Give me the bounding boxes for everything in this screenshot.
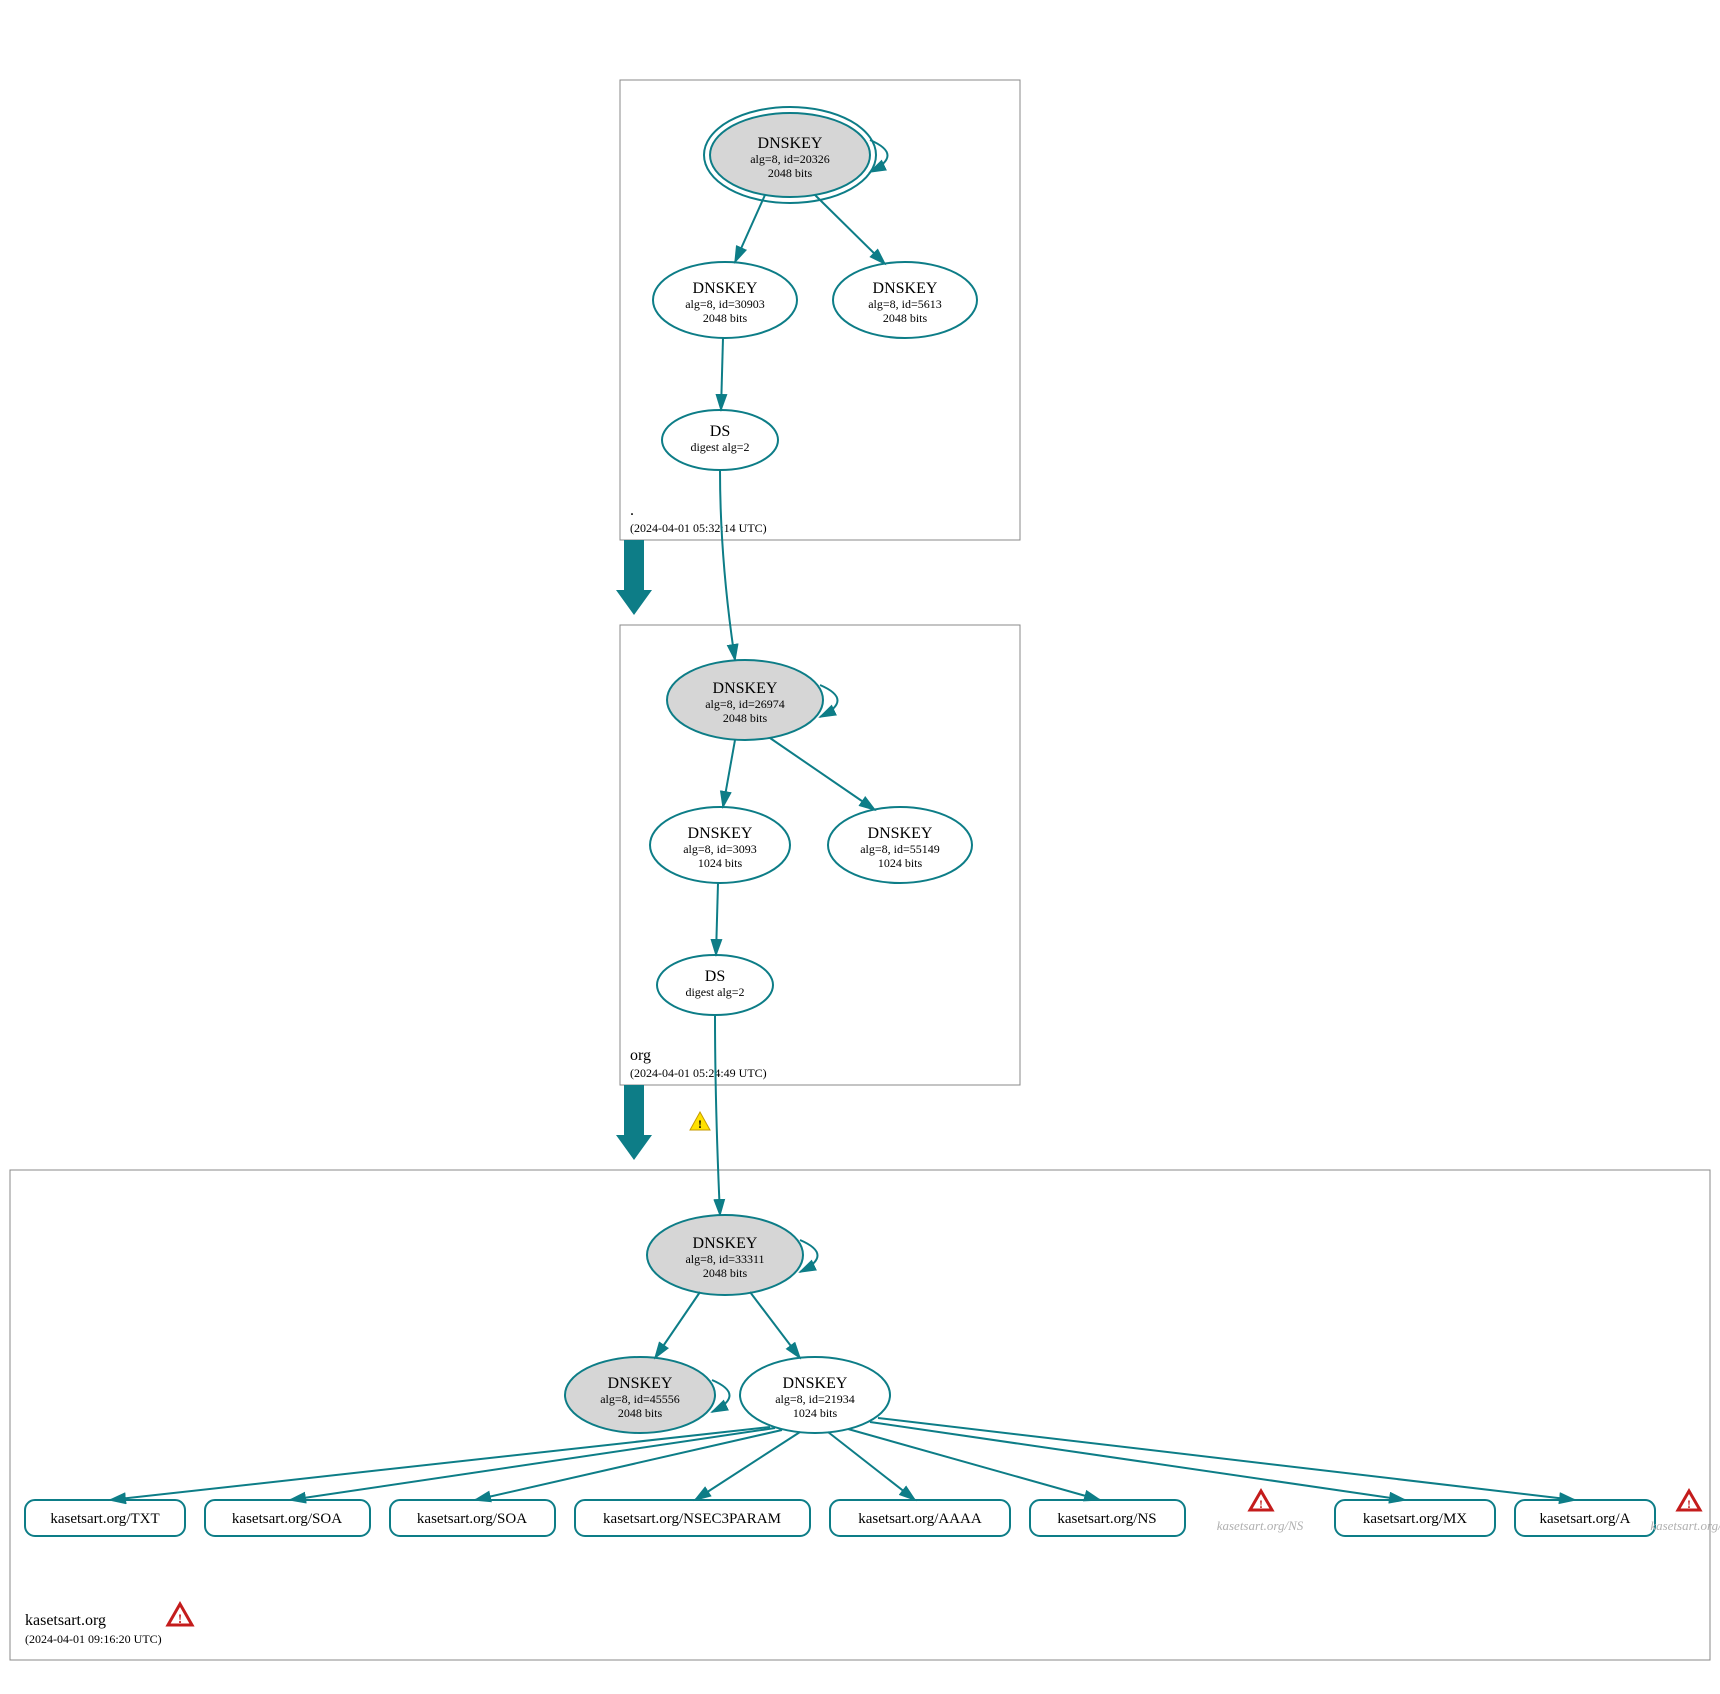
edge [655, 1292, 700, 1358]
svg-text:alg=8, id=21934: alg=8, id=21934 [775, 1392, 855, 1406]
svg-text:DNSKEY: DNSKEY [693, 280, 758, 297]
svg-text:2048 bits: 2048 bits [723, 711, 768, 725]
svg-text:!: ! [1687, 1497, 1691, 1511]
svg-text:DNSKEY: DNSKEY [873, 280, 938, 297]
svg-text:alg=8, id=20326: alg=8, id=20326 [750, 152, 830, 166]
edge-ds-domksk [715, 1015, 720, 1215]
record-ns-error: kasetsart.org/NS ! [1217, 1491, 1304, 1533]
record-mx: kasetsart.org/MX [1335, 1500, 1495, 1536]
edge [815, 195, 885, 264]
svg-text:!: ! [178, 1611, 182, 1626]
svg-text:2048 bits: 2048 bits [768, 166, 813, 180]
record-soa2: kasetsart.org/SOA [390, 1500, 555, 1536]
svg-text:digest alg=2: digest alg=2 [690, 440, 749, 454]
zone-domain-time: (2024-04-01 09:16:20 UTC) [25, 1632, 162, 1646]
svg-text:1024 bits: 1024 bits [793, 1406, 838, 1420]
svg-text:DS: DS [705, 968, 725, 985]
edge [735, 195, 765, 262]
record-ns: kasetsart.org/NS [1030, 1500, 1185, 1536]
warning-icon: ! [690, 1112, 710, 1131]
svg-text:1024 bits: 1024 bits [698, 856, 743, 870]
svg-text:2048 bits: 2048 bits [703, 1266, 748, 1280]
zone-domain-label: kasetsart.org [25, 1612, 106, 1629]
error-icon: ! [168, 1604, 192, 1626]
svg-text:!: ! [1259, 1497, 1263, 1511]
edge [723, 740, 735, 807]
svg-text:alg=8, id=45556: alg=8, id=45556 [600, 1392, 680, 1406]
svg-text:2048 bits: 2048 bits [703, 311, 748, 325]
svg-text:DNSKEY: DNSKEY [608, 1375, 673, 1392]
svg-text:alg=8, id=33311: alg=8, id=33311 [685, 1252, 764, 1266]
svg-text:DNSKEY: DNSKEY [868, 825, 933, 842]
svg-text:kasetsart.org/TXT: kasetsart.org/TXT [50, 1511, 159, 1527]
svg-text:DNSKEY: DNSKEY [688, 825, 753, 842]
edge [716, 883, 718, 955]
zone-org-label: org [630, 1047, 651, 1064]
svg-text:alg=8, id=5613: alg=8, id=5613 [868, 297, 942, 311]
zone-org-time: (2024-04-01 05:24:49 UTC) [630, 1066, 767, 1080]
edge [721, 338, 723, 410]
record-nsec3: kasetsart.org/NSEC3PARAM [575, 1500, 810, 1536]
edge [750, 1292, 800, 1358]
zone-root-time: (2024-04-01 05:32:14 UTC) [630, 521, 767, 535]
record-txt: kasetsart.org/TXT [25, 1500, 185, 1536]
svg-text:alg=8, id=55149: alg=8, id=55149 [860, 842, 940, 856]
svg-text:!: ! [698, 1117, 702, 1131]
svg-text:kasetsart.org/SOA: kasetsart.org/SOA [232, 1511, 342, 1527]
svg-text:kasetsart.org/NS: kasetsart.org/NS [1217, 1518, 1304, 1533]
svg-text:DS: DS [710, 423, 730, 440]
svg-text:alg=8, id=30903: alg=8, id=30903 [685, 297, 765, 311]
svg-text:1024 bits: 1024 bits [878, 856, 923, 870]
svg-text:DNSKEY: DNSKEY [693, 1235, 758, 1252]
record-a: kasetsart.org/A [1515, 1500, 1655, 1536]
svg-text:2048 bits: 2048 bits [883, 311, 928, 325]
svg-text:kasetsart.org/NS: kasetsart.org/NS [1057, 1511, 1156, 1527]
record-soa1: kasetsart.org/SOA [205, 1500, 370, 1536]
svg-text:kasetsart.org/A: kasetsart.org/A [1540, 1511, 1631, 1527]
svg-text:kasetsart.org/AAAA: kasetsart.org/AAAA [858, 1511, 982, 1527]
zone-root-label: . [630, 502, 634, 519]
edge-ds-orgksk [720, 470, 735, 660]
delegation-arrow-org-domain [616, 1085, 652, 1160]
svg-text:DNSKEY: DNSKEY [713, 680, 778, 697]
svg-text:alg=8, id=26974: alg=8, id=26974 [705, 697, 785, 711]
svg-text:digest alg=2: digest alg=2 [685, 985, 744, 999]
svg-text:DNSKEY: DNSKEY [758, 135, 823, 152]
svg-text:kasetsart.org/A: kasetsart.org/A [1650, 1518, 1720, 1533]
dnssec-diagram: . (2024-04-01 05:32:14 UTC) DNSKEY alg=8… [0, 0, 1720, 1694]
svg-text:kasetsart.org/NSEC3PARAM: kasetsart.org/NSEC3PARAM [603, 1511, 781, 1527]
svg-text:DNSKEY: DNSKEY [783, 1375, 848, 1392]
svg-text:alg=8, id=3093: alg=8, id=3093 [683, 842, 757, 856]
record-aaaa: kasetsart.org/AAAA [830, 1500, 1010, 1536]
svg-text:kasetsart.org/MX: kasetsart.org/MX [1363, 1511, 1467, 1527]
svg-text:2048 bits: 2048 bits [618, 1406, 663, 1420]
delegation-arrow-root-org [616, 540, 652, 615]
svg-text:kasetsart.org/SOA: kasetsart.org/SOA [417, 1511, 527, 1527]
edge [770, 738, 875, 810]
